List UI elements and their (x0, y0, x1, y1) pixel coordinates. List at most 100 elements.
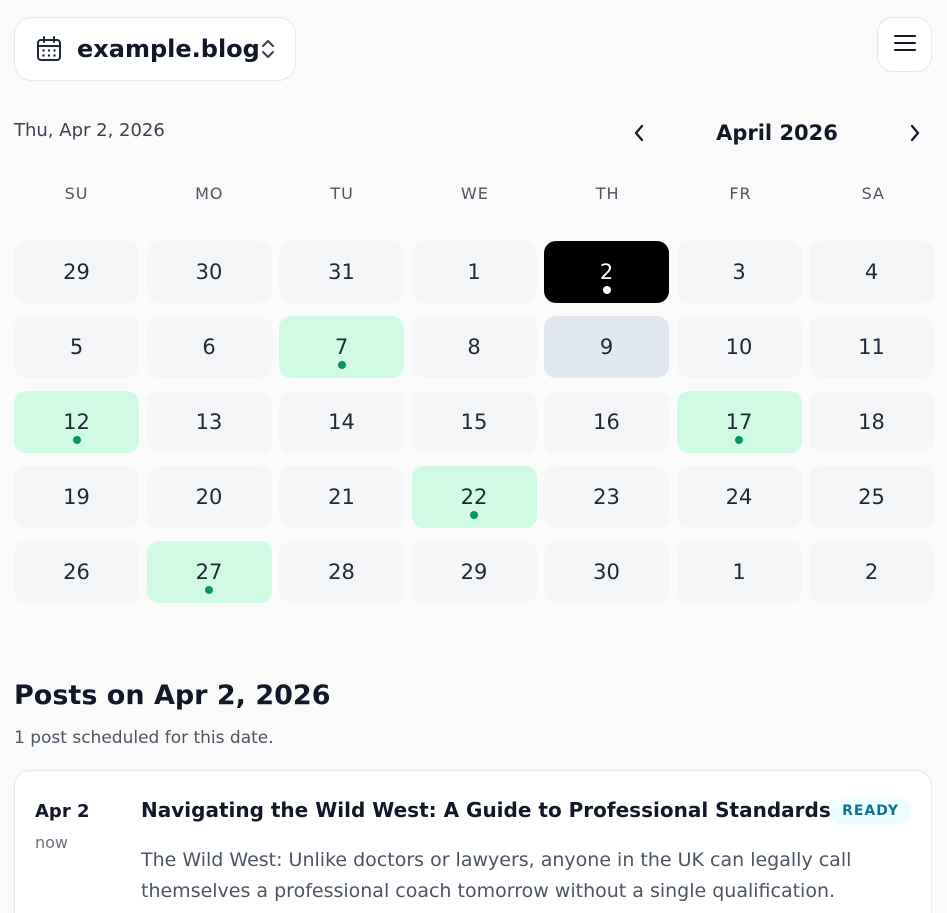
calendar-day[interactable]: 15 (411, 391, 537, 453)
calendar-day[interactable]: 31 (279, 241, 404, 303)
site-name: example.blog (77, 35, 260, 63)
calendar-day[interactable]: 23 (544, 466, 669, 528)
next-month-button[interactable] (898, 116, 932, 150)
calendar-day[interactable]: 7 (279, 316, 404, 378)
calendar-day[interactable]: 30 (146, 241, 272, 303)
calendar-day[interactable]: 29 (411, 541, 537, 603)
calendar-day-number: 5 (69, 335, 84, 359)
weekday-label: TH (595, 184, 620, 203)
calendar-day[interactable]: 28 (279, 541, 404, 603)
calendar-day[interactable]: 5 (14, 316, 139, 378)
calendar-day-number: 18 (858, 410, 885, 434)
calendar-day[interactable]: 2 (809, 541, 934, 603)
calendar-day-number: 28 (328, 560, 355, 584)
calendar-day-number: 3 (732, 260, 746, 284)
calendar-day[interactable]: 25 (809, 466, 934, 528)
calendar-day[interactable]: 9 (544, 316, 669, 378)
calendar-day-number: 10 (725, 335, 753, 359)
calendar-day[interactable]: 3 (676, 241, 802, 303)
calendar-day-number: 19 (63, 485, 90, 509)
calendar-day[interactable]: 4 (809, 241, 934, 303)
calendar-day[interactable]: 1 (411, 241, 537, 303)
calendar-day[interactable]: 19 (14, 466, 139, 528)
calendar-day[interactable]: 21 (279, 466, 404, 528)
chevron-up-down-icon (260, 36, 276, 62)
weekday-label: WE (460, 184, 489, 203)
calendar-day-number: 4 (864, 260, 879, 284)
calendar-day-number: 16 (593, 410, 620, 434)
hamburger-menu-icon (893, 34, 916, 56)
calendar-day[interactable]: 30 (544, 541, 669, 603)
calendar-day[interactable]: 13 (146, 391, 272, 453)
calendar-day-number: 8 (467, 335, 481, 359)
calendar-day[interactable]: 20 (146, 466, 272, 528)
posts-section-title: Posts on Apr 2, 2026 (14, 680, 331, 711)
chevron-right-icon (910, 124, 920, 142)
site-switcher-button[interactable]: example.blog (14, 17, 296, 81)
calendar-day[interactable]: 26 (14, 541, 139, 603)
calendar-day-number: 9 (599, 335, 614, 359)
weekday-label: FR (729, 184, 752, 203)
calendar-day[interactable]: 2 (544, 241, 669, 303)
month-label: April 2026 (716, 121, 838, 145)
calendar-day[interactable]: 8 (411, 316, 537, 378)
calendar-day-number: 7 (334, 335, 349, 359)
weekday-label: SA (861, 184, 885, 203)
calendar-day[interactable]: 18 (809, 391, 934, 453)
calendar-day-number: 20 (195, 485, 223, 509)
scheduled-post-dot (735, 436, 743, 444)
calendar-day-number: 26 (63, 560, 90, 584)
post-time: now (35, 833, 69, 852)
calendar-day-number: 29 (63, 260, 90, 284)
post-title[interactable]: Navigating the Wild West: A Guide to Pro… (141, 798, 831, 822)
calendar-day[interactable]: 17 (676, 391, 802, 453)
posts-count: 1 post scheduled for this date. (14, 728, 274, 748)
post-date: Apr 2 (35, 801, 90, 822)
calendar-day-number: 31 (328, 260, 355, 284)
content-calendar-page: example.blog Thu, Apr 2, 2026 April 2026 (0, 0, 947, 913)
selected-date-label: Thu, Apr 2, 2026 (14, 120, 165, 141)
calendar-day[interactable]: 24 (676, 466, 802, 528)
scheduled-post-dot (205, 586, 213, 594)
calendar-day[interactable]: 11 (809, 316, 934, 378)
calendar-day[interactable]: 6 (146, 316, 272, 378)
calendar-day-number: 29 (460, 560, 488, 584)
calendar-day-number: 30 (593, 560, 620, 584)
weekday-label: MO (195, 184, 224, 203)
calendar-day[interactable]: 29 (14, 241, 139, 303)
calendar-day[interactable]: 22 (411, 466, 537, 528)
calendar-day-number: 25 (858, 485, 885, 509)
calendar-day-number: 12 (63, 410, 90, 434)
calendar-day-number: 23 (593, 485, 620, 509)
chevron-left-icon (634, 124, 644, 142)
calendar-day-number: 1 (732, 560, 746, 584)
calendar-icon (35, 34, 63, 64)
calendar-day[interactable]: 12 (14, 391, 139, 453)
calendar-day-number: 30 (195, 260, 223, 284)
calendar-day-number: 15 (460, 410, 488, 434)
calendar-day[interactable]: 27 (146, 541, 272, 603)
calendar-day-number: 2 (599, 260, 614, 284)
calendar-day-number: 24 (725, 485, 753, 509)
weekday-label: SU (64, 184, 89, 203)
calendar-day[interactable]: 1 (676, 541, 802, 603)
calendar-day-number: 27 (195, 560, 223, 584)
calendar-day-number: 1 (467, 260, 481, 284)
calendar-day-number: 11 (858, 335, 885, 359)
menu-button[interactable] (877, 17, 932, 72)
status-badge: READY (830, 797, 911, 825)
scheduled-post-dot (337, 361, 346, 369)
calendar-day-number: 6 (202, 335, 216, 359)
month-navigation: April 2026 (622, 114, 932, 152)
scheduled-post-dot (470, 511, 478, 519)
calendar-day[interactable]: 14 (279, 391, 404, 453)
calendar-day[interactable]: 10 (676, 316, 802, 378)
previous-month-button[interactable] (622, 116, 656, 150)
post-card[interactable]: Apr 2 now Navigating the Wild West: A Gu… (14, 770, 932, 913)
calendar-day-number: 2 (864, 560, 879, 584)
calendar-day-number: 22 (460, 485, 488, 509)
calendar-day-number: 13 (195, 410, 223, 434)
calendar-day[interactable]: 16 (544, 391, 669, 453)
scheduled-post-dot (72, 436, 81, 444)
weekday-header: SU MO TU WE TH FR SA (14, 184, 932, 203)
